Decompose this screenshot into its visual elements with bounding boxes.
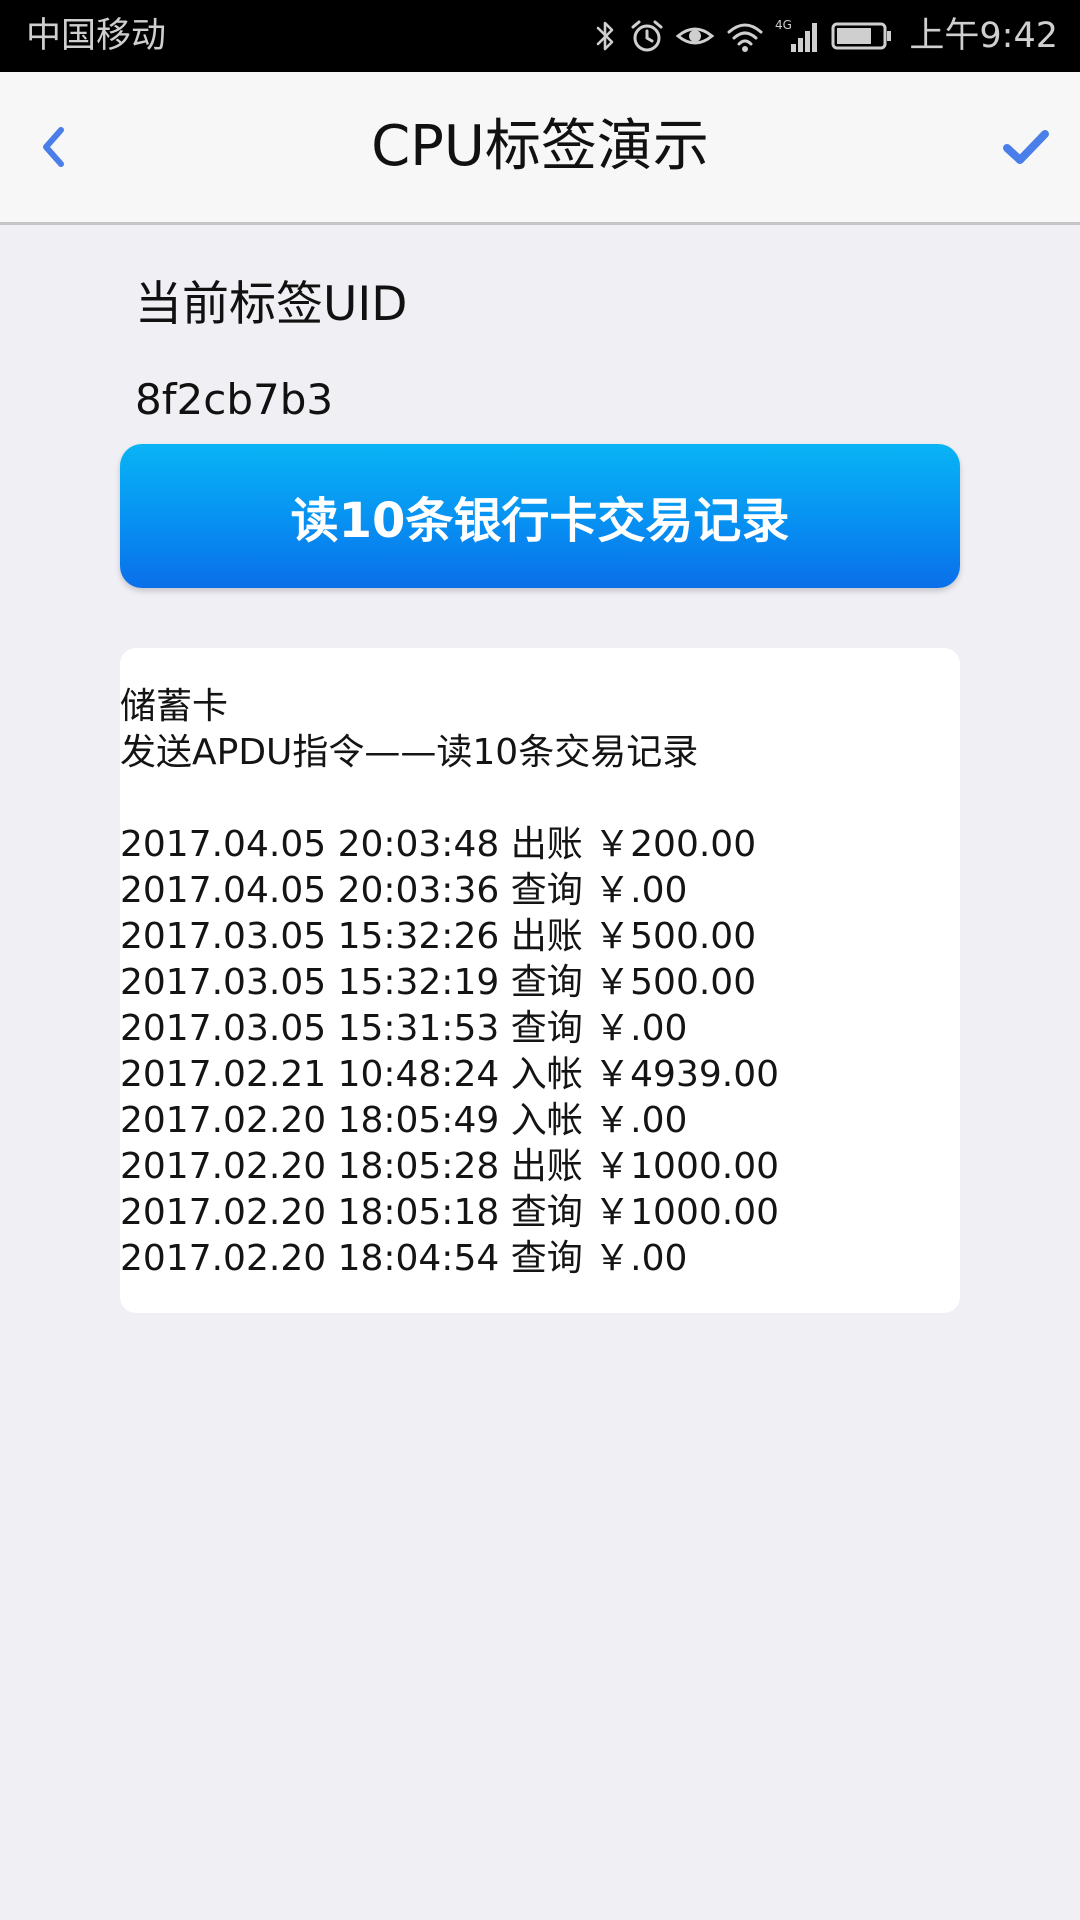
battery-icon <box>831 18 893 54</box>
chevron-left-icon <box>43 127 64 167</box>
network-type: 4G <box>775 18 792 32</box>
transaction-record: 2017.04.05 20:03:48 出账 ￥200.00 <box>120 824 757 865</box>
title-bar: CPU标签演示 <box>0 72 1080 225</box>
transaction-record: 2017.03.05 15:31:53 查询 ￥.00 <box>120 1008 688 1049</box>
card-type: 储蓄卡 <box>120 686 229 727</box>
checkmark-icon <box>1003 130 1049 164</box>
back-button[interactable] <box>28 117 78 177</box>
transaction-record: 2017.03.05 15:32:19 查询 ￥500.00 <box>120 962 757 1003</box>
uid-value: 8f2cb7b3 <box>135 375 334 424</box>
transaction-record: 2017.02.20 18:05:18 查询 ￥1000.00 <box>120 1192 780 1233</box>
transaction-record: 2017.02.21 10:48:24 入帐 ￥4939.00 <box>120 1054 780 1095</box>
confirm-button[interactable] <box>996 117 1056 177</box>
wifi-icon <box>725 18 765 54</box>
transaction-record: 2017.03.05 15:32:26 出账 ￥500.00 <box>120 916 757 957</box>
status-bar: 中国移动 4G 上午9:42 <box>0 0 1080 72</box>
read-transactions-button[interactable]: 读10条银行卡交易记录 <box>120 444 960 588</box>
eye-icon <box>675 18 715 54</box>
transaction-record: 2017.02.20 18:05:49 入帐 ￥.00 <box>120 1100 688 1141</box>
status-time: 上午9:42 <box>909 16 1058 56</box>
result-card: 储蓄卡 发送APDU指令——读10条交易记录 2017.04.05 20:03:… <box>120 648 960 1313</box>
bluetooth-icon <box>593 18 619 54</box>
apdu-command: 发送APDU指令——读10条交易记录 <box>120 732 699 773</box>
status-icons: 4G 上午9:42 <box>593 12 1058 60</box>
carrier-name: 中国移动 <box>26 16 167 56</box>
result-text: 储蓄卡 发送APDU指令——读10条交易记录 2017.04.05 20:03:… <box>120 684 960 1282</box>
transaction-record: 2017.02.20 18:04:54 查询 ￥.00 <box>120 1238 688 1279</box>
alarm-icon <box>629 18 665 54</box>
page-title: CPU标签演示 <box>371 114 709 179</box>
uid-label: 当前标签UID <box>135 277 408 332</box>
transaction-record: 2017.02.20 18:05:28 出账 ￥1000.00 <box>120 1146 780 1187</box>
transaction-record: 2017.04.05 20:03:36 查询 ￥.00 <box>120 870 688 911</box>
cellular-signal-icon: 4G <box>775 18 821 54</box>
